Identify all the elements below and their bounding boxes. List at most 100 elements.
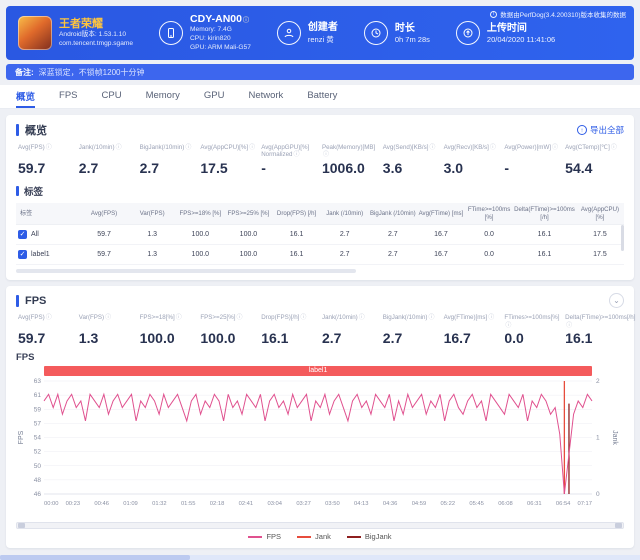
duration-label: 时长	[394, 23, 415, 34]
metric-label: Avg(FTime)[ms]ⓘ	[443, 314, 495, 322]
table-cell: 1.3	[128, 225, 177, 246]
metric-label: Peak(Memory)[MB]ⓘ	[321, 144, 376, 159]
row-checkbox[interactable]: ✓	[18, 250, 27, 260]
info-icon[interactable]: ⓘ	[323, 152, 329, 159]
info-icon[interactable]: ⓘ	[46, 145, 52, 152]
legend-item-bigjank[interactable]: BigJank	[346, 532, 392, 541]
metric-value: 2.7	[78, 160, 99, 176]
metric-label: Delta(FTime)>=100ms[/h]ⓘ	[565, 314, 636, 330]
tab-gpu[interactable]: GPU	[204, 85, 225, 108]
info-icon[interactable]: ⓘ	[300, 315, 306, 322]
chart-label-banner: label1	[44, 366, 592, 377]
svg-text:04:36: 04:36	[383, 501, 398, 507]
metric: Avg(Recv)[KB/s]ⓘ 3.0	[442, 144, 503, 176]
export-all-button[interactable]: ↑ 导出全部	[576, 124, 624, 136]
table-header-cell: Drop(FPS) [/h]	[272, 203, 321, 226]
tab-memory[interactable]: Memory	[146, 85, 180, 108]
upload-time-group: 上传时间 20/04/2020 11:41:06	[455, 21, 555, 45]
svg-text:01:09: 01:09	[123, 501, 138, 507]
export-icon: ↑	[576, 125, 587, 135]
legend-item-jank[interactable]: Jank	[297, 532, 331, 541]
info-dot-icon: i	[490, 10, 498, 18]
table-cell: 2.7	[368, 225, 417, 246]
table-header-cell: Avg(AppCPU) [%]	[575, 203, 624, 226]
collect-version-note: i 数据由PerfDog(3.4.200310)版本收集的数据	[490, 9, 626, 19]
collapse-chevron-icon[interactable]: ⌄	[609, 293, 624, 309]
tab-cpu[interactable]: CPU	[102, 85, 122, 108]
legend-label: FPS	[266, 532, 282, 542]
info-icon[interactable]: ⓘ	[243, 18, 249, 25]
fps-chart-svg[interactable]: 63 61 59 57 54 52 50 48 46 2 1 0 00:00 00:23 00:46 01:0…	[16, 376, 620, 516]
metric-value: 1006.0	[321, 160, 365, 176]
metric-value: 3.6	[382, 160, 403, 176]
svg-text:1: 1	[596, 435, 600, 442]
info-icon[interactable]: ⓘ	[116, 145, 122, 152]
info-icon[interactable]: ⓘ	[249, 145, 255, 152]
device-memory: Memory: 7.4G	[190, 25, 232, 33]
table-cell: 16.7	[416, 225, 465, 246]
tab-fps[interactable]: FPS	[59, 85, 77, 108]
table-cell: 17.5	[575, 245, 624, 266]
svg-text:61: 61	[34, 392, 42, 399]
metric-label: Avg(FPS)ⓘ	[18, 144, 52, 152]
info-icon[interactable]: ⓘ	[429, 145, 435, 152]
table-header-cell: Var(FPS)	[128, 203, 177, 226]
creator-group: 创建者 renzi 黄	[276, 21, 338, 45]
info-icon[interactable]: ⓘ	[105, 315, 111, 322]
row-label: All	[31, 231, 39, 239]
overview-card: 概览 ↑ 导出全部 Avg(FPS)ⓘ 59.7 Jank(/10min)ⓘ 2.7 B…	[6, 115, 634, 281]
metric: Avg(FPS)ⓘ 59.7	[16, 314, 77, 346]
tab-overview[interactable]: 概览	[16, 85, 36, 108]
svg-text:06:08: 06:08	[498, 501, 513, 507]
table-cell: 100.0	[224, 225, 273, 246]
slider-right-handle[interactable]	[615, 523, 622, 529]
table-cell: 16.1	[272, 245, 321, 266]
table-horizontal-scrollbar[interactable]	[16, 269, 357, 274]
info-icon[interactable]: ⓘ	[429, 315, 435, 322]
info-icon[interactable]: ⓘ	[566, 323, 572, 330]
svg-text:00:46: 00:46	[94, 501, 109, 507]
svg-text:06:31: 06:31	[527, 501, 542, 507]
info-icon[interactable]: ⓘ	[490, 145, 496, 152]
metric-label: FTimes>=100ms[%]ⓘ	[504, 314, 560, 330]
info-icon[interactable]: ⓘ	[488, 315, 494, 322]
table-cell: 16.7	[416, 245, 465, 266]
info-icon[interactable]: ⓘ	[236, 315, 242, 322]
fps-card: FPS ⌄ Avg(FPS)ⓘ 59.7 Var(FPS)ⓘ 1.3 FPS>=18[%…	[6, 286, 636, 549]
metric: BigJank(/10min)ⓘ 2.7	[138, 144, 199, 176]
page-horizontal-scrollbar[interactable]	[0, 555, 640, 560]
info-icon[interactable]: ⓘ	[611, 145, 617, 152]
svg-text:63: 63	[34, 378, 42, 385]
device-model: CDY-AN00ⓘ	[190, 13, 249, 26]
info-icon[interactable]: ⓘ	[359, 315, 365, 322]
svg-text:52: 52	[34, 449, 42, 456]
svg-text:48: 48	[34, 477, 42, 484]
metric-value: 100.0	[139, 330, 175, 347]
chart-range-slider[interactable]	[16, 522, 624, 530]
info-icon[interactable]: ⓘ	[505, 323, 511, 330]
legend-item-fps[interactable]: FPS	[248, 532, 281, 541]
overview-title: 概览	[16, 122, 47, 138]
metric-label: Avg(Power)[mW]ⓘ	[504, 144, 559, 152]
table-vertical-scrollbar[interactable]	[621, 225, 624, 251]
game-name: 王者荣耀	[59, 17, 103, 30]
row-checkbox[interactable]: ✓	[18, 230, 27, 240]
page-scrollbar-thumb[interactable]	[0, 555, 190, 560]
game-package: com.tencent.tmgp.sgame	[59, 39, 134, 47]
remark-text: 深蓝锁定，不锁帧1200十分钟	[38, 67, 145, 77]
svg-text:00:23: 00:23	[66, 501, 81, 507]
info-icon[interactable]: ⓘ	[293, 152, 299, 159]
table-cell: 16.1	[513, 225, 576, 246]
table-cell: 59.7	[80, 225, 129, 246]
game-version: Android版本: 1.53.1.10	[59, 30, 127, 38]
info-icon[interactable]: ⓘ	[176, 315, 182, 322]
tab-battery[interactable]: Battery	[307, 85, 337, 108]
table-cell: 16.1	[513, 245, 576, 266]
slider-left-handle[interactable]	[18, 523, 25, 529]
tab-network[interactable]: Network	[248, 85, 283, 108]
info-icon[interactable]: ⓘ	[185, 145, 191, 152]
info-icon[interactable]: ⓘ	[46, 315, 52, 322]
table-header-cell: Avg(FPS)	[80, 203, 129, 226]
info-icon[interactable]: ⓘ	[552, 145, 558, 152]
svg-text:04:59: 04:59	[412, 501, 427, 507]
